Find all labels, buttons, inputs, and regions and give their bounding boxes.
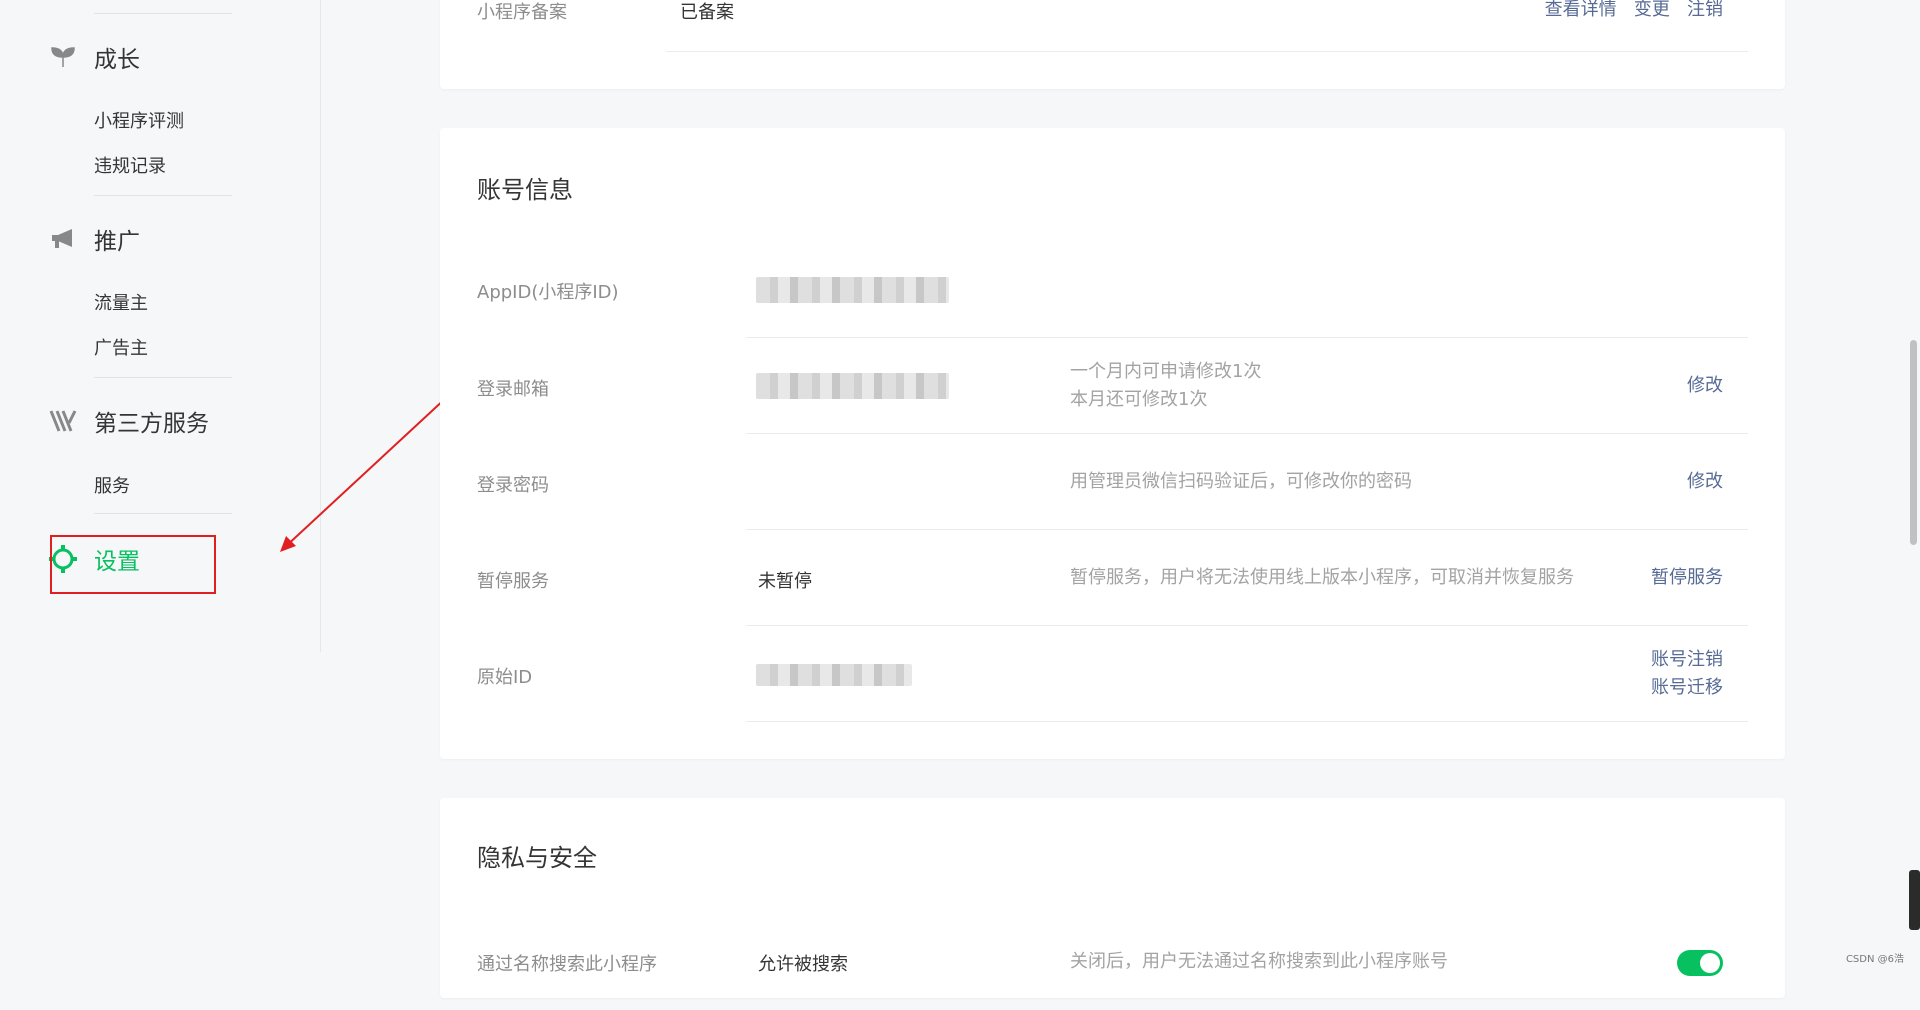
row-description: 一个月内可申请修改1次 本月还可修改1次 (1070, 358, 1261, 414)
registration-row: 小程序备案 已备案 查看详情 变更 注销 (440, 0, 1785, 52)
sidebar-group-title: 第三方服务 (94, 411, 209, 437)
sidebar-group-promotion[interactable]: 推广 (48, 221, 140, 257)
row-divider (666, 51, 1748, 52)
row-label: 登录邮箱 (477, 379, 549, 400)
sidebar-item-evaluation[interactable]: 小程序评测 (94, 107, 184, 133)
search-by-name-row: 通过名称搜索此小程序 允许被搜索 关闭后，用户无法通过名称搜索到此小程序账号 (440, 914, 1785, 1010)
account-actions: 账号注销 账号迁移 (1651, 646, 1723, 702)
annotation-highlight-box (50, 535, 216, 594)
desc-line: 一个月内可申请修改1次 (1070, 361, 1262, 382)
password-row: 登录密码 用管理员微信扫码验证后，可修改你的密码 修改 (440, 434, 1785, 530)
floating-tool-widget[interactable] (1909, 870, 1920, 930)
registration-actions: 查看详情 变更 注销 (1545, 0, 1723, 24)
sidebar-group-growth[interactable]: 成长 (48, 39, 140, 75)
row-label: AppID(小程序ID) (477, 282, 619, 303)
sidebar-divider (94, 513, 232, 514)
toggle-knob (1700, 953, 1720, 973)
appid-row: AppID(小程序ID) (440, 242, 1785, 338)
sidebar-group-title: 成长 (94, 47, 140, 73)
original-id-row: 原始ID 账号注销 账号迁移 (440, 626, 1785, 722)
pause-service-row: 暂停服务 未暂停 暂停服务，用户将无法使用线上版本小程序，可取消并恢复服务 暂停… (440, 530, 1785, 626)
email-value-redacted (756, 373, 949, 399)
sidebar-item-violation-record[interactable]: 违规记录 (94, 152, 166, 178)
desc-line: 本月还可修改1次 (1070, 389, 1208, 410)
sidebar-divider (94, 13, 232, 14)
original-id-value-redacted (756, 664, 912, 686)
search-toggle-switch[interactable] (1677, 950, 1723, 976)
card-title: 账号信息 (477, 176, 573, 204)
megaphone-icon (48, 224, 78, 254)
sidebar-item-service[interactable]: 服务 (94, 472, 130, 498)
row-divider (746, 721, 1748, 722)
sidebar-divider (94, 377, 232, 378)
sidebar-group-third-party[interactable]: 第三方服务 (48, 403, 209, 439)
row-label: 小程序备案 (477, 2, 567, 23)
account-info-card: 账号信息 AppID(小程序ID) 登录邮箱 一个月内可申请修改1次 本月还可修… (440, 128, 1785, 759)
sidebar-item-traffic-owner[interactable]: 流量主 (94, 289, 148, 315)
cancel-registration-link[interactable]: 注销 (1687, 0, 1723, 20)
account-migrate-link[interactable]: 账号迁移 (1651, 677, 1723, 698)
row-label: 暂停服务 (477, 571, 549, 592)
change-link[interactable]: 变更 (1634, 0, 1670, 20)
sidebar-divider (94, 195, 232, 196)
sidebar-item-advertiser[interactable]: 广告主 (94, 334, 148, 360)
row-value: 未暂停 (758, 571, 812, 592)
privacy-security-card: 隐私与安全 通过名称搜索此小程序 允许被搜索 关闭后，用户无法通过名称搜索到此小… (440, 798, 1785, 998)
row-value: 允许被搜索 (758, 954, 848, 975)
modify-email-link[interactable]: 修改 (1687, 372, 1723, 400)
account-cancel-link[interactable]: 账号注销 (1651, 649, 1723, 670)
row-label: 通过名称搜索此小程序 (477, 954, 657, 975)
sidebar-group-title: 推广 (94, 229, 140, 255)
modify-password-link[interactable]: 修改 (1687, 468, 1723, 496)
row-description: 用管理员微信扫码验证后，可修改你的密码 (1070, 471, 1412, 492)
row-value: 已备案 (680, 2, 734, 23)
watermark: CSDN @6浩 (1845, 954, 1904, 965)
row-label: 登录密码 (477, 475, 549, 496)
row-label: 原始ID (477, 667, 533, 688)
third-party-icon (48, 406, 78, 436)
row-description: 关闭后，用户无法通过名称搜索到此小程序账号 (1070, 951, 1448, 972)
basic-info-card: 小程序备案 已备案 查看详情 变更 注销 (440, 0, 1785, 89)
sprout-icon (48, 42, 78, 72)
row-description: 暂停服务，用户将无法使用线上版本小程序，可取消并恢复服务 (1070, 567, 1574, 588)
view-detail-link[interactable]: 查看详情 (1545, 0, 1617, 20)
email-row: 登录邮箱 一个月内可申请修改1次 本月还可修改1次 修改 (440, 338, 1785, 434)
pause-service-link[interactable]: 暂停服务 (1651, 564, 1723, 592)
card-title: 隐私与安全 (477, 844, 597, 872)
scrollbar-thumb[interactable] (1910, 340, 1917, 545)
appid-value-redacted (756, 277, 949, 303)
